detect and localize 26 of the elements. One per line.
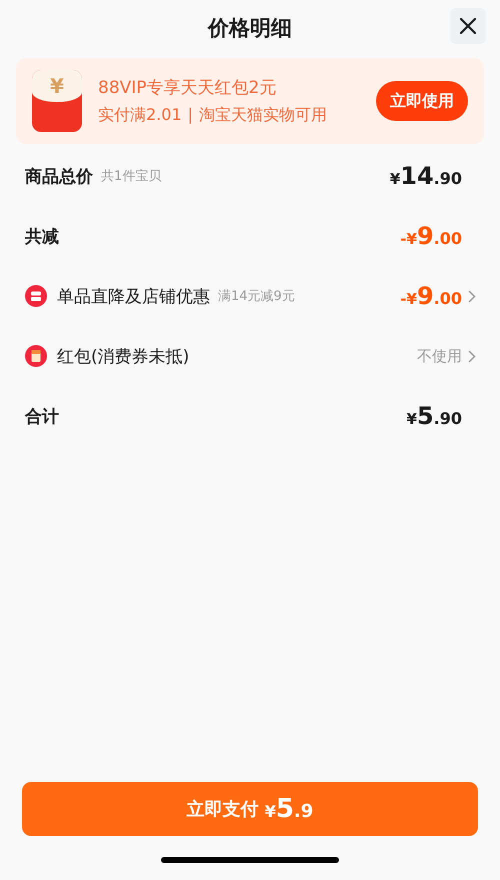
row-note: 满14元减9元 xyxy=(218,288,295,305)
row-value[interactable]: 不使用 xyxy=(417,346,462,366)
row-label: 红包(消费券未抵) xyxy=(57,346,190,368)
close-button[interactable] xyxy=(450,8,486,44)
sheet-title: 价格明细 xyxy=(208,15,292,42)
row-label: 共减 xyxy=(25,226,59,248)
row-label: 单品直降及店铺优惠 xyxy=(57,286,210,308)
coupon-title: 88VIP专享天天红包2元 xyxy=(98,77,278,99)
price-amount: ¥5.90 xyxy=(406,402,462,430)
row-label: 合计 xyxy=(25,406,59,428)
separator: | xyxy=(188,105,194,126)
close-icon xyxy=(459,17,477,35)
row-note: 共1件宝贝 xyxy=(101,168,162,185)
chevron-right-icon[interactable] xyxy=(468,350,476,362)
price-amount: -¥9.00 xyxy=(400,282,462,310)
coupon-condition: 实付满2.01 xyxy=(98,105,182,126)
yen-mark: ¥ xyxy=(50,74,64,98)
row-label: 商品总价 xyxy=(25,166,93,188)
price-amount: -¥9.00 xyxy=(400,222,462,250)
coupon-scope: 淘宝天猫实物可用 xyxy=(199,105,328,126)
envelope-icon xyxy=(25,345,47,367)
price-amount: ¥14.90 xyxy=(390,162,462,190)
chevron-right-icon[interactable] xyxy=(468,290,476,302)
store-icon xyxy=(25,285,47,307)
use-now-button[interactable]: 立即使用 xyxy=(376,81,468,121)
pay-now-button[interactable]: 立即支付 ¥5.9 xyxy=(22,782,478,836)
